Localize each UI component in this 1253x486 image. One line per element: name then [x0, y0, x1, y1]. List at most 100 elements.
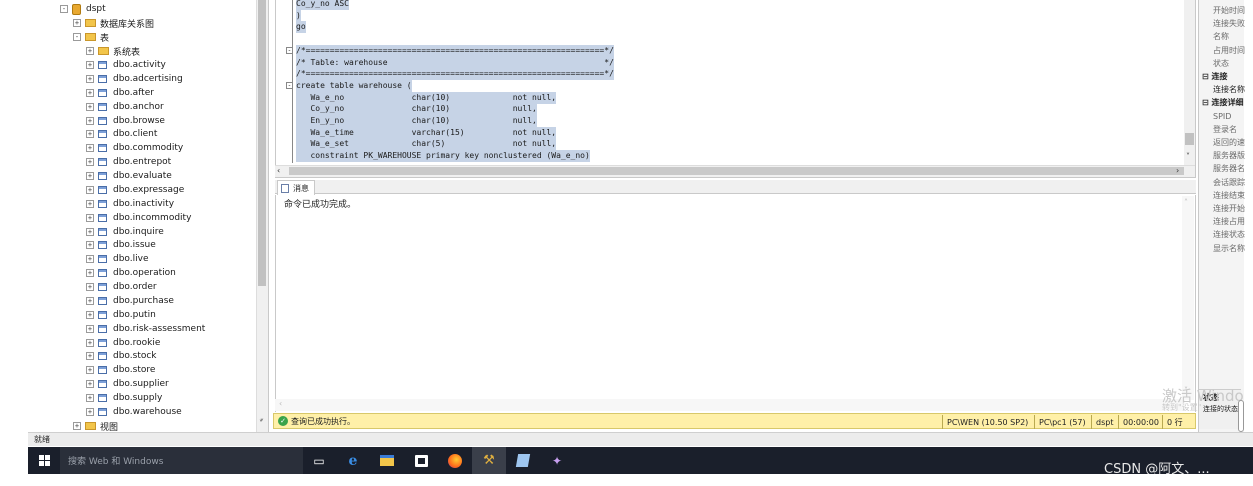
expand-icon[interactable]: + — [86, 185, 94, 194]
expand-icon[interactable]: + — [86, 241, 94, 250]
collapse-icon[interactable]: - — [60, 5, 68, 13]
tree-item-table[interactable]: + dbo.operation — [86, 266, 176, 280]
tree-item-table[interactable]: + dbo.incommodity — [86, 211, 191, 225]
tree-item-table[interactable]: + dbo.client — [86, 127, 157, 141]
tree-item-table[interactable]: + dbo.supply — [86, 391, 162, 405]
property-name[interactable]: SPID — [1213, 110, 1231, 123]
windows-start-button[interactable] — [28, 447, 60, 474]
tree-item-table[interactable]: + dbo.order — [86, 280, 157, 294]
collapse-region-icon[interactable]: - — [286, 81, 293, 89]
property-name[interactable]: 登录名 — [1213, 123, 1237, 136]
tree-item-table[interactable]: + dbo.browse — [86, 114, 165, 128]
expand-icon[interactable]: + — [86, 366, 94, 375]
property-name[interactable]: 显示名称 — [1213, 242, 1245, 255]
expand-icon[interactable]: + — [86, 310, 94, 319]
messages-horizontal-scrollbar[interactable] — [275, 399, 1185, 411]
scroll-up-arrow-icon[interactable]: ˄ — [1184, 198, 1188, 207]
task-view-icon[interactable]: ▭ — [302, 447, 336, 474]
tree-item-diagrams[interactable]: + 数据库关系图 — [73, 16, 154, 30]
tree-item-table[interactable]: + dbo.anchor — [86, 100, 164, 114]
property-name[interactable]: 返回的速 — [1213, 136, 1245, 149]
expand-icon[interactable]: + — [86, 408, 94, 416]
file-explorer-icon[interactable] — [370, 447, 404, 474]
taskbar-search-input[interactable]: 搜索 Web 和 Windows — [60, 447, 303, 474]
property-name[interactable]: 连接结束 — [1213, 189, 1245, 202]
tree-item-table[interactable]: + dbo.after — [86, 86, 154, 100]
expand-icon[interactable]: + — [86, 255, 94, 264]
tree-item-tables[interactable]: -表 — [73, 30, 109, 44]
collapse-icon[interactable]: - — [73, 33, 81, 41]
edge-browser-icon[interactable]: e — [336, 447, 370, 474]
tree-item-system-tables[interactable]: + 系统表 — [86, 44, 140, 58]
tree-item-table[interactable]: + dbo.evaluate — [86, 169, 172, 183]
scroll-right-arrow-icon[interactable]: › — [1176, 166, 1179, 175]
expand-icon[interactable]: + — [86, 130, 94, 139]
tree-item-table[interactable]: + dbo.entrepot — [86, 155, 171, 169]
expand-icon[interactable]: + — [86, 338, 94, 347]
tree-item-table[interactable]: + dbo.risk-assessment — [86, 322, 205, 336]
expand-icon[interactable]: + — [86, 269, 94, 278]
expand-icon[interactable]: + — [86, 158, 94, 167]
tree-item-table[interactable]: + dbo.inquire — [86, 225, 164, 239]
expand-icon[interactable]: + — [86, 394, 94, 403]
sql-server-management-studio-icon[interactable]: ⚒ — [472, 447, 506, 474]
property-name[interactable]: 连接失败 — [1213, 17, 1245, 30]
tree-item-table[interactable]: + dbo.supplier — [86, 377, 169, 391]
expand-icon[interactable]: + — [86, 283, 94, 292]
property-name[interactable]: 开始时间 — [1213, 4, 1245, 17]
property-name[interactable]: 连接占用 — [1213, 215, 1245, 228]
expand-icon[interactable]: + — [86, 352, 94, 361]
expand-icon[interactable]: + — [86, 144, 94, 153]
property-name[interactable]: 服务器版 — [1213, 149, 1245, 162]
tree-item-table[interactable]: + dbo.commodity — [86, 141, 183, 155]
tab-messages[interactable]: 消息 — [277, 180, 315, 195]
property-name[interactable]: 连接状态 — [1213, 228, 1245, 241]
tree-item-table[interactable]: + dbo.activity — [86, 58, 166, 72]
expand-icon[interactable]: + — [86, 380, 94, 389]
expand-icon[interactable]: + — [73, 19, 81, 27]
tree-item-table[interactable]: + dbo.putin — [86, 308, 156, 322]
property-name[interactable]: 名称 — [1213, 30, 1229, 43]
expand-icon[interactable]: + — [86, 74, 94, 83]
notes-app-icon[interactable] — [506, 447, 540, 474]
tree-item-table[interactable]: + dbo.purchase — [86, 294, 174, 308]
tree-item-table[interactable]: + dbo.live — [86, 252, 149, 266]
tree-item-table[interactable]: + dbo.adcertising — [86, 72, 183, 86]
chevron-down-icon[interactable]: ˅ — [259, 419, 263, 428]
property-name[interactable]: 连接名称 — [1213, 83, 1245, 96]
editor-vertical-scroll-thumb[interactable] — [1185, 133, 1194, 145]
expand-icon[interactable]: + — [86, 102, 94, 111]
tree-item-table[interactable]: + dbo.rookie — [86, 336, 160, 350]
tree-item-table[interactable]: + dbo.store — [86, 363, 155, 377]
explorer-scroll-thumb[interactable] — [258, 0, 266, 286]
scroll-left-arrow-icon[interactable]: ‹ — [277, 166, 280, 175]
expand-icon[interactable]: + — [86, 227, 94, 236]
property-name[interactable]: 状态 — [1213, 57, 1229, 70]
tree-item-table[interactable]: + dbo.inactivity — [86, 197, 174, 211]
tree-item-table[interactable]: + dbo.warehouse — [86, 405, 182, 419]
expand-icon[interactable]: + — [86, 324, 94, 333]
expand-icon[interactable]: + — [86, 296, 94, 305]
expand-icon[interactable]: + — [86, 61, 94, 69]
scroll-down-arrow-icon[interactable]: ˅ — [1186, 152, 1190, 161]
firefox-icon[interactable] — [438, 447, 472, 474]
expand-icon[interactable]: + — [86, 199, 94, 208]
property-category[interactable]: ⊟ 连接 — [1202, 70, 1228, 83]
visual-studio-icon[interactable]: ✦ — [540, 447, 574, 474]
editor-horizontal-scroll-thumb[interactable] — [289, 167, 1184, 175]
property-name[interactable]: 服务器名 — [1213, 162, 1245, 175]
scroll-left-arrow-icon[interactable]: ‹ — [279, 399, 282, 408]
tree-item-table[interactable]: + dbo.expressage — [86, 183, 184, 197]
property-name[interactable]: 占用时间 — [1213, 44, 1245, 57]
expand-icon[interactable]: + — [86, 172, 94, 181]
expand-icon[interactable]: + — [86, 88, 94, 97]
panel-scrollbar[interactable] — [1238, 400, 1244, 432]
tree-item-table[interactable]: + dbo.stock — [86, 349, 157, 363]
expand-icon[interactable]: + — [86, 213, 94, 222]
property-name[interactable]: 连接开始 — [1213, 202, 1245, 215]
tree-item-views[interactable]: + 视图 — [73, 419, 118, 433]
property-category[interactable]: ⊟ 连接详细 — [1202, 96, 1244, 109]
messages-vertical-scrollbar[interactable] — [1182, 196, 1194, 400]
expand-icon[interactable]: + — [86, 47, 94, 55]
expand-icon[interactable]: + — [86, 116, 94, 125]
